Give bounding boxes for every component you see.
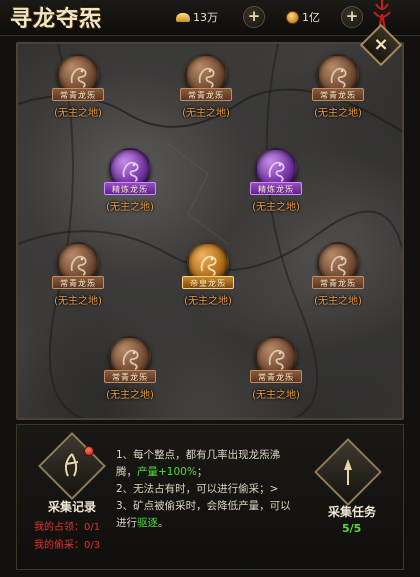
coin-amount: 1亿 [302,11,320,24]
node-name: 常青龙炁 [104,370,156,383]
my-steal-count: 我的偷采：0/3 [34,540,101,551]
node-owner: (无主之地) [54,296,102,307]
expel-text: 驱逐 [137,517,158,529]
node-owner: (无主之地) [106,202,154,213]
top-bar: 寻龙夺炁 13万 + 1亿 + [0,0,420,36]
node-name: 帝皇龙炁 [182,276,234,289]
copper-coin-icon [285,10,299,24]
node-owner: (无主之地) [252,390,300,401]
rule-2: 2、无法占有时，可以进行偷采；> [116,483,279,495]
mine-node[interactable]: 常青龙炁 (无主之地) [236,336,316,408]
node-owner: (无主之地) [184,296,232,307]
node-name: 常青龙炁 [250,370,302,383]
rule-3: 3、矿点被偷采时，会降低产量，可以进行驱逐。 [116,500,291,529]
mine-node[interactable]: 常青龙炁 (无主之地) [166,54,246,126]
node-owner: (无主之地) [314,296,362,307]
mine-node[interactable]: 常青龙炁 (无主之地) [298,54,378,126]
node-owner: (无主之地) [182,108,230,119]
mine-node[interactable]: 常青龙炁 (无主之地) [38,242,118,314]
coin-resource: 1亿 [285,6,320,28]
my-occupy-count: 我的占领：0/1 [34,522,101,533]
game-title: 寻龙夺炁 [10,6,103,32]
node-owner: (无主之地) [54,108,102,119]
collect-record-label: 采集记录 [48,500,97,514]
task-count: 5/5 [342,522,362,535]
node-name: 精炼龙炁 [250,182,302,195]
mine-node[interactable]: 帝皇龙炁 (无主之地) [168,242,248,314]
node-owner: (无主之地) [106,390,154,401]
mine-node[interactable]: 精炼龙炁 (无主之地) [236,148,316,220]
mine-node[interactable]: 常青龙炁 (无主之地) [38,54,118,126]
ingot-amount: 13万 [193,11,218,24]
node-name: 常青龙炁 [180,88,232,101]
rule-1: 1、每个整点，都有几率出现龙炁沸腾，产量+100%； [116,449,281,478]
add-ingot-button[interactable]: + [243,6,265,28]
node-name: 常青龙炁 [312,88,364,101]
collect-task-label: 采集任务 [328,505,377,519]
game-window: 寻龙夺炁 13万 + 1亿 + × 常青龙炁 (无主之地) 常青龙炁 (无主之地) 常青… [0,0,420,577]
rules-text: 1、每个整点，都有几率出现龙炁沸腾，产量+100%； 2、无法占有时，可以进行偷… [116,447,301,532]
node-name: 常青龙炁 [52,276,104,289]
node-name: 精炼龙炁 [104,182,156,195]
add-coin-button[interactable]: + [341,6,363,28]
output-bonus: 产量+100% [137,466,197,478]
node-name: 常青龙炁 [312,276,364,289]
dragon-claw-icon [64,453,79,477]
gold-ingot-icon [176,10,190,24]
node-name: 常青龙炁 [52,88,104,101]
node-owner: (无主之地) [252,202,300,213]
mine-node[interactable]: 常青龙炁 (无主之地) [90,336,170,408]
node-owner: (无主之地) [314,108,362,119]
notification-dot [84,446,94,456]
ingot-resource: 13万 [176,6,218,28]
mine-node[interactable]: 精炼龙炁 (无主之地) [90,148,170,220]
spear-icon [344,459,352,485]
mine-node[interactable]: 常青龙炁 (无主之地) [298,242,378,314]
